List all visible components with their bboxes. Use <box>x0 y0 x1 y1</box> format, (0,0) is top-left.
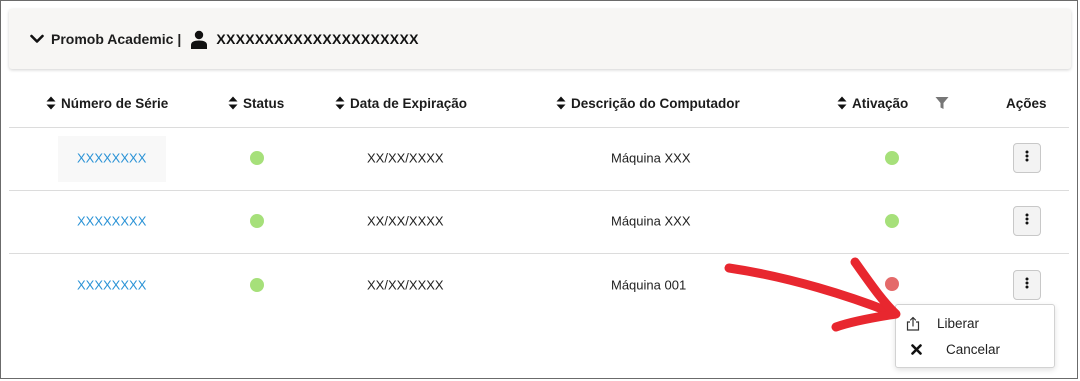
actions-button[interactable] <box>1013 143 1041 173</box>
accordion-header[interactable]: Promob Academic | XXXXXXXXXXXXXXXXXXXXX <box>9 9 1071 69</box>
header-title: Promob Academic <box>51 31 174 47</box>
column-header-actions: Ações <box>1006 93 1047 113</box>
actions-context-menu: Liberar Cancelar <box>895 304 1055 368</box>
menu-item-cancelar[interactable]: Cancelar <box>896 337 1054 361</box>
sort-icon <box>228 96 238 110</box>
actions-button[interactable] <box>1013 270 1041 300</box>
row-divider <box>9 253 1069 254</box>
filter-icon[interactable] <box>935 96 949 110</box>
share-export-icon <box>905 315 921 331</box>
sort-icon <box>556 96 566 110</box>
kebab-icon <box>1025 212 1029 230</box>
sort-icon <box>46 96 56 110</box>
menu-item-label: Cancelar <box>946 341 1001 357</box>
chevron-down-icon[interactable] <box>29 31 45 47</box>
expiration-date: XX/XX/XXXX <box>367 277 444 293</box>
computer-description: Máquina XXX <box>611 150 691 166</box>
activation-indicator <box>885 214 899 228</box>
sort-icon <box>335 96 345 110</box>
column-label: Status <box>243 95 285 111</box>
status-indicator <box>250 151 264 165</box>
status-indicator <box>250 278 264 292</box>
column-header-description[interactable]: Descrição do Computador <box>556 93 740 113</box>
user-icon <box>189 29 209 49</box>
computer-description: Máquina 001 <box>611 277 687 293</box>
column-label: Data de Expiração <box>350 95 468 111</box>
computer-description: Máquina XXX <box>611 213 691 229</box>
menu-item-liberar[interactable]: Liberar <box>896 311 1054 335</box>
serial-link[interactable]: XXXXXXXX <box>77 214 146 229</box>
expiration-date: XX/XX/XXXX <box>367 150 444 166</box>
header-separator: | <box>177 31 182 47</box>
header-user-name: XXXXXXXXXXXXXXXXXXXXX <box>216 31 419 47</box>
column-label: Ações <box>1006 95 1047 111</box>
sort-icon <box>837 96 847 110</box>
column-label: Número de Série <box>61 95 169 111</box>
close-icon <box>908 341 924 357</box>
activation-indicator-inactive <box>885 277 899 291</box>
column-header-expiration[interactable]: Data de Expiração <box>335 93 467 113</box>
column-label: Ativação <box>852 95 909 111</box>
expiration-date: XX/XX/XXXX <box>367 213 444 229</box>
kebab-icon <box>1025 276 1029 294</box>
serial-link[interactable]: XXXXXXXX <box>77 278 146 293</box>
column-header-serial[interactable]: Número de Série <box>46 93 168 113</box>
serial-link[interactable]: XXXXXXXX <box>77 151 146 166</box>
activation-indicator <box>885 151 899 165</box>
kebab-icon <box>1025 149 1029 167</box>
column-header-status[interactable]: Status <box>228 93 284 113</box>
header-divider <box>9 127 1069 128</box>
status-indicator <box>250 214 264 228</box>
row-divider <box>9 190 1069 191</box>
column-label: Descrição do Computador <box>571 95 740 111</box>
column-header-activation[interactable]: Ativação <box>837 93 908 113</box>
menu-item-label: Liberar <box>937 315 980 331</box>
actions-button[interactable] <box>1013 206 1041 236</box>
